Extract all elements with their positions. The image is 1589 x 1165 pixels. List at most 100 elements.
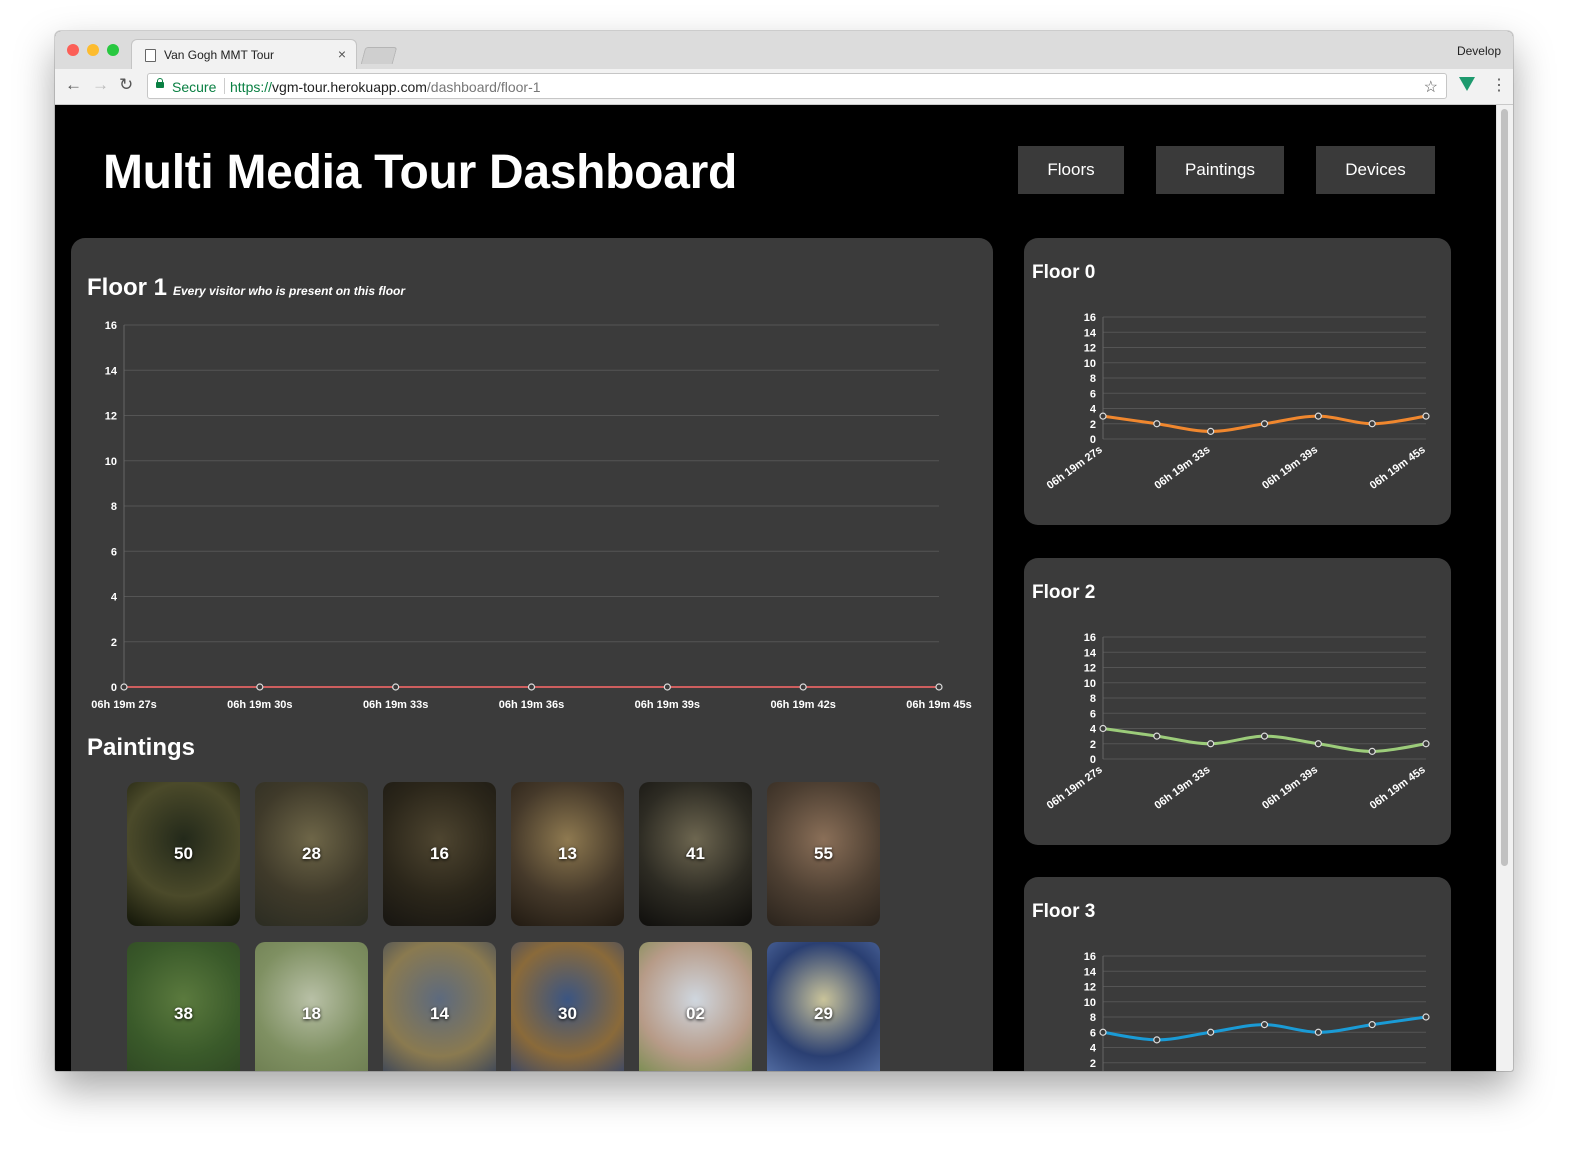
painting-card[interactable]: 13 [511,782,624,926]
data-point [1260,732,1269,740]
data-point [1314,740,1322,748]
painting-card[interactable]: 14 [383,942,496,1071]
scrollbar-thumb[interactable] [1501,109,1508,866]
data-point [935,683,943,691]
painting-number: 16 [430,844,449,863]
nav-devices-button[interactable]: Devices [1316,146,1435,194]
painting-card[interactable]: 29 [767,942,880,1071]
painting-number: 29 [814,1004,833,1023]
new-tab-button[interactable] [360,47,398,64]
y-tick-label: 2 [1090,419,1096,431]
data-point [256,683,264,691]
minimize-window-button[interactable] [87,44,99,56]
data-point [1260,420,1269,428]
data-point [1099,724,1107,733]
zoom-window-button[interactable] [107,44,119,56]
painting-card[interactable]: 55 [767,782,880,926]
painting-number: 18 [302,1004,321,1023]
back-icon[interactable]: ← [65,75,82,95]
browser-toolbar: ← → ↻ Secure https://vgm-tour.herokuapp.… [55,69,1513,105]
url-host: vgm-tour.herokuapp.com [272,79,427,95]
data-point [120,683,128,691]
painting-number: 38 [174,1004,193,1023]
browser-window: Van Gogh MMT Tour × Develop ← → ↻ Secure… [55,31,1513,1071]
browser-menu-icon[interactable]: ⋮ [1491,75,1507,95]
data-point [527,683,536,691]
reload-icon[interactable]: ↻ [119,75,133,95]
forward-icon[interactable]: → [92,75,109,95]
painting-number: 50 [174,844,193,863]
data-point [1422,740,1430,748]
data-point [1368,1021,1376,1029]
y-tick-label: 16 [1084,951,1096,963]
floor-2-panel: Floor 2 0 2 4 6 8 10 12 14 16 06h 19m 27s 06h 19m … [1024,558,1451,845]
painting-number: 55 [814,844,833,863]
painting-card[interactable]: 02 [639,942,752,1071]
data-point [1153,732,1161,740]
bookmark-star-icon[interactable]: ☆ [1424,77,1438,97]
y-tick-label: 10 [1084,997,1096,1009]
nav-paintings-button[interactable]: Paintings [1156,146,1284,194]
data-point [1422,1013,1430,1021]
extension-icon[interactable] [1459,77,1475,91]
floor-0-panel: Floor 0 0 2 4 6 8 10 12 14 16 06h 19m 27s 06h 19m … [1024,238,1451,525]
y-tick-label: 6 [1090,1027,1096,1039]
x-tick-label: 06h 19m 45s [906,699,971,711]
x-tick-label: 06h 19m 42s [770,699,835,711]
x-tick-label: 06h 19m 30s [227,699,292,711]
painting-card[interactable]: 41 [639,782,752,926]
x-tick-label: 06h 19m 39s [1260,764,1320,812]
develop-label[interactable]: Develop [1457,44,1501,58]
painting-card[interactable]: 18 [255,942,368,1071]
floor-1-visitor-chart: 0 2 4 6 8 10 12 14 16 06h 19m 27s 06h 19m 30s 06h 1… [91,320,971,711]
x-tick-label: 06h 19m 33s [1152,444,1212,492]
browser-tab[interactable]: Van Gogh MMT Tour × [131,39,357,69]
painting-number: 41 [686,844,705,863]
x-tick-label: 06h 19m 27s [1045,764,1105,812]
y-tick-label: 14 [105,365,118,377]
painting-number: 30 [558,1004,577,1023]
painting-card[interactable]: 16 [383,782,496,926]
painting-card[interactable]: 38 [127,942,240,1071]
y-tick-label: 12 [1084,982,1096,994]
floor-2-chart: 0 2 4 6 8 10 12 14 16 06h 19m 27s 06h 19m 33s 06h 1… [1045,632,1430,812]
painting-card[interactable]: 30 [511,942,624,1071]
close-window-button[interactable] [67,44,79,56]
data-point [1207,427,1215,435]
page-scrollbar[interactable] [1496,105,1513,1071]
page-icon [145,49,156,62]
data-point [1153,1036,1161,1044]
painting-number: 02 [686,1004,705,1023]
x-tick-label: 06h 19m 33s [363,699,428,711]
data-point [1099,412,1107,420]
y-tick-label: 2 [111,637,117,649]
data-point [1314,412,1322,420]
address-bar[interactable]: Secure https://vgm-tour.herokuapp.com/da… [147,73,1447,99]
y-tick-label: 10 [105,456,117,468]
y-tick-label: 0 [1090,434,1096,446]
x-tick-label: 06h 19m 36s [499,699,564,711]
nav-floors-button[interactable]: Floors [1018,146,1124,194]
y-tick-label: 4 [1090,404,1097,416]
series-line [1102,1015,1427,1042]
tab-close-icon[interactable]: × [338,46,346,62]
series-line [1102,727,1427,753]
x-tick-label: 06h 19m 39s [635,699,700,711]
data-point [1099,1028,1107,1036]
y-tick-label: 16 [105,320,117,332]
x-tick-label: 06h 19m 27s [1045,444,1105,492]
y-tick-label: 8 [1090,373,1096,385]
title-bar: Van Gogh MMT Tour × Develop [55,31,1513,69]
y-tick-label: 16 [1084,312,1096,324]
tab-title: Van Gogh MMT Tour [164,48,275,62]
data-point [1422,412,1430,420]
painting-card[interactable]: 28 [255,782,368,926]
y-tick-label: 14 [1084,966,1097,978]
url-text[interactable]: https://vgm-tour.herokuapp.com/dashboard… [230,79,541,95]
url-divider [224,78,225,94]
y-tick-label: 6 [111,546,117,558]
painting-number: 14 [430,1004,449,1023]
painting-card[interactable]: 50 [127,782,240,926]
floor-1-panel: Floor 1 Every visitor who is present on … [71,238,993,1071]
data-point [1368,747,1376,755]
